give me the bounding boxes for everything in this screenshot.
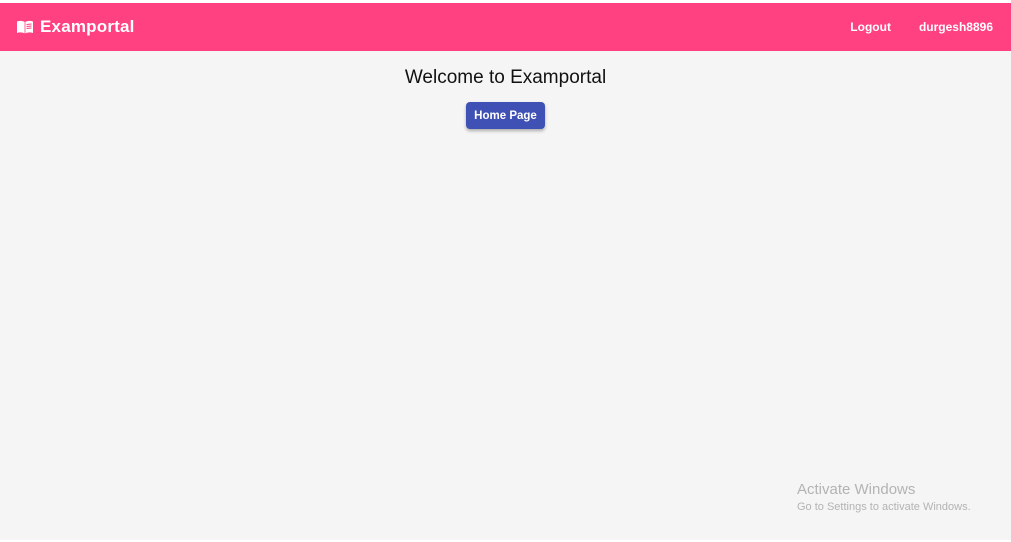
main-content: Welcome to Examportal Home Page	[0, 51, 1011, 129]
navbar: Examportal Logout durgesh8896	[0, 3, 1011, 51]
watermark-title: Activate Windows	[797, 481, 916, 498]
home-page-button[interactable]: Home Page	[466, 102, 545, 129]
watermark-subtitle: Go to Settings to activate Windows.	[797, 501, 971, 513]
activate-windows-watermark: Activate Windows Go to Settings to activ…	[797, 480, 971, 516]
menu-book-icon	[16, 19, 34, 35]
logout-link[interactable]: Logout	[838, 12, 903, 42]
brand[interactable]: Examportal	[16, 17, 135, 37]
app-title: Examportal	[40, 17, 135, 36]
user-profile-link[interactable]: durgesh8896	[907, 12, 995, 42]
page-title: Welcome to Examportal	[404, 67, 607, 88]
